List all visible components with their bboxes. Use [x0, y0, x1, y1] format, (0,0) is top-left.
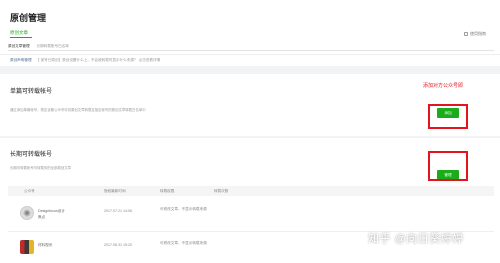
- permission: 可修改文章、不显示转载来源: [160, 207, 207, 212]
- permission-text: 可修改文章、不显示转载来源: [160, 207, 207, 211]
- column-header-count: 转载次数: [214, 189, 229, 193]
- accounts-table-header: 公众号 授权最新时间 转载权限 转载次数: [8, 186, 494, 196]
- account-name-sub: 焦点: [38, 215, 46, 219]
- notice-lead[interactable]: 原创声明管理: [10, 58, 32, 63]
- subnav-whitelist[interactable]: 长期转载账号白名单: [37, 44, 69, 48]
- account-name-text: 材料视讯: [38, 243, 53, 247]
- notice-text: 【 某号已原创】原创设置什么上，不会被转载时显示什么来源？ 点击查看详情: [36, 58, 161, 62]
- notice-bar: 原创声明管理 【 某号已原创】原创设置什么上，不会被转载时显示什么来源？ 点击查…: [0, 54, 500, 66]
- tab-original-articles[interactable]: 原创文章: [10, 30, 28, 36]
- annotation-highlight-manage: [428, 151, 468, 181]
- permission-text: 可修改文章、不显示转载来源: [160, 241, 207, 245]
- column-header-auth-time: 授权最新时间: [104, 189, 126, 193]
- account-name: 材料视讯: [38, 243, 52, 248]
- help-link-label: 使用指南: [470, 31, 486, 36]
- table-row: Designfocus设计 焦点 2017.07.21 14:06 可修改文章、…: [8, 198, 494, 230]
- account-name-text: Designfocus设计: [38, 209, 65, 213]
- annotation-highlight-add: [428, 104, 468, 129]
- auth-time: 2017.07.21 14:06: [104, 209, 132, 213]
- single-repost-title: 单篇可转载帐号: [10, 89, 53, 95]
- long-term-repost-title: 长期可转载帐号: [10, 152, 53, 158]
- page-header: 原创管理 原创文章 原创文章管理 长期转载账号白名单 使用指南: [0, 0, 500, 54]
- active-tab-indicator: [10, 37, 32, 38]
- watermark: 知乎 @向日葵婷婷: [368, 233, 464, 245]
- account-name: Designfocus设计 焦点: [38, 209, 65, 220]
- avatar: [20, 206, 34, 220]
- page-title: 原创管理: [10, 13, 47, 23]
- sub-navigation: 原创文章管理 长期转载账号白名单: [8, 44, 75, 49]
- document-icon: [464, 31, 468, 36]
- header-divider: [8, 50, 494, 51]
- help-link[interactable]: 使用指南: [464, 31, 486, 37]
- auth-time: 2017.08.31 15:20: [104, 243, 132, 247]
- avatar: [20, 240, 34, 254]
- permission: 可修改文章、不显示转载来源: [160, 241, 207, 246]
- long-term-repost-description: 长期可转载帐号可转载你的全部原创文章: [10, 166, 72, 170]
- subnav-original-article-management[interactable]: 原创文章管理: [8, 44, 30, 48]
- annotation-label: 添加对方公众号即: [423, 83, 464, 89]
- column-header-account: 公众号: [24, 189, 35, 193]
- column-header-permission: 转载权限: [160, 189, 175, 193]
- single-repost-description: 通过添加单篇帐号，规定该篇公众号可将原创文章转载至指定帐号的原创文章转载白名单中: [10, 108, 146, 112]
